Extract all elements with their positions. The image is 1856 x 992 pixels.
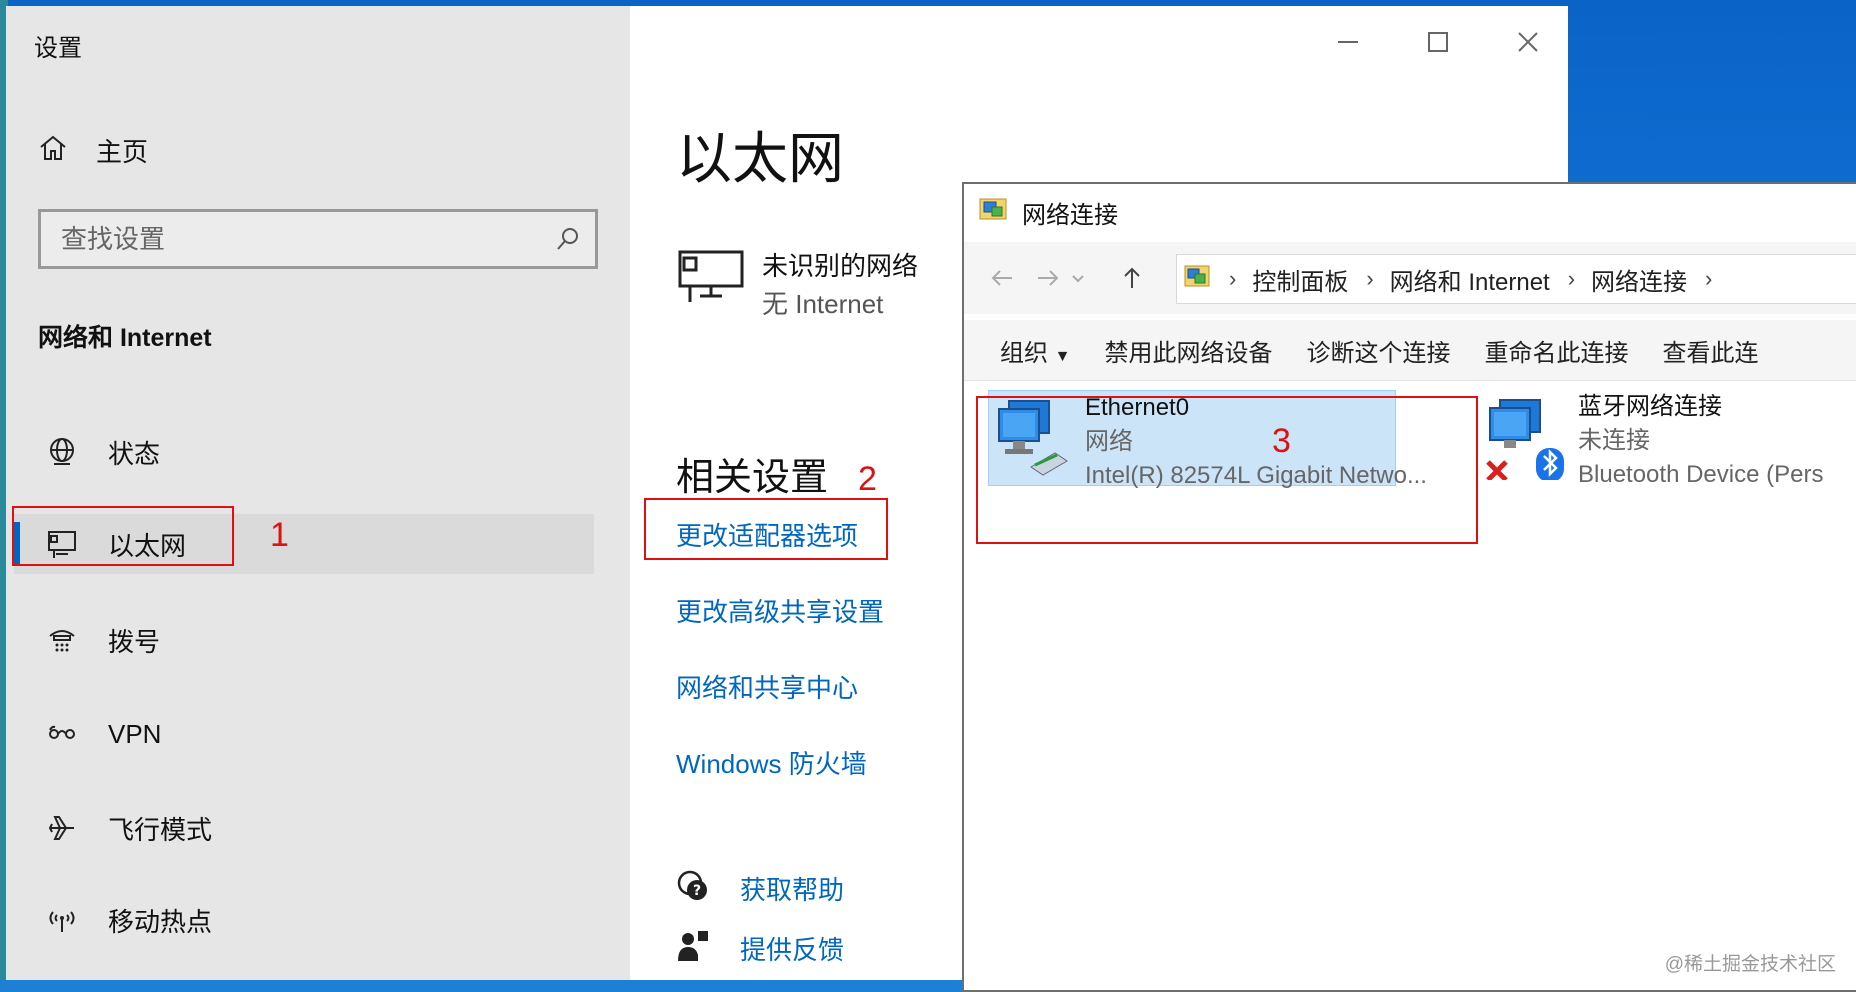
get-help-label: 获取帮助 xyxy=(740,874,845,905)
search-field[interactable] xyxy=(38,209,598,269)
search-icon[interactable] xyxy=(555,226,581,257)
breadcrumb-separator: › xyxy=(1229,266,1237,291)
connection-name: 蓝牙网络连接 xyxy=(1578,393,1722,420)
feedback-link[interactable]: 提供反馈 xyxy=(676,928,844,968)
sidebar-item-label: 飞行模式 xyxy=(108,814,213,845)
sidebar-item-label: 状态 xyxy=(108,438,161,469)
nav-home[interactable]: 主页 xyxy=(38,128,598,172)
arrow-left-icon xyxy=(991,270,1012,286)
network-status: 无 Internet xyxy=(762,289,884,319)
globe-icon xyxy=(42,432,82,472)
sidebar-item-vpn[interactable]: VPN xyxy=(14,704,594,764)
sidebar-item-hotspot[interactable]: 移动热点 xyxy=(14,890,594,950)
rename-button[interactable]: 重命名此连接 xyxy=(1485,333,1629,368)
network-connections-window: 网络连接 › 控制面板 › 网络和 Internet › 网络连接 › 组织 ▼… xyxy=(962,182,1856,992)
sidebar-item-label: 拨号 xyxy=(108,626,161,657)
svg-text:?: ? xyxy=(693,883,701,899)
nw-title: 网络连接 xyxy=(1022,201,1118,229)
close-button[interactable] xyxy=(1498,20,1558,64)
watermark: @稀土掘金技术社区 xyxy=(1664,954,1836,975)
breadcrumb-separator: › xyxy=(1567,266,1576,291)
breadcrumb-separator: › xyxy=(1705,266,1713,291)
network-name: 未识别的网络 xyxy=(762,251,919,281)
section-heading: 网络和 Internet xyxy=(38,324,212,352)
breadcrumb-control-panel[interactable]: 控制面板 xyxy=(1252,262,1348,297)
feedback-icon xyxy=(676,929,710,968)
organize-label: 组织 xyxy=(1000,339,1048,367)
organize-menu[interactable]: 组织 ▼ xyxy=(1000,333,1071,368)
annotation-number-1: 1 xyxy=(270,516,289,554)
annotation-box-3 xyxy=(976,396,1478,544)
dropdown-caret-icon: ▼ xyxy=(1054,347,1071,365)
chevron-down-icon xyxy=(1072,275,1084,283)
view-status-button[interactable]: 查看此连 xyxy=(1663,333,1759,368)
vpn-icon xyxy=(42,714,82,754)
search-input[interactable] xyxy=(41,222,543,256)
address-bar[interactable]: › 控制面板 › 网络和 Internet › 网络连接 › xyxy=(1176,254,1856,304)
diagnose-button[interactable]: 诊断这个连接 xyxy=(1307,333,1451,368)
up-button[interactable] xyxy=(1114,260,1150,296)
feedback-label: 提供反馈 xyxy=(740,934,845,965)
sidebar-item-airplane[interactable]: 飞行模式 xyxy=(14,798,594,858)
maximize-icon xyxy=(1428,32,1448,52)
sidebar-item-label: 移动热点 xyxy=(108,906,213,937)
link-advanced-sharing[interactable]: 更改高级共享设置 xyxy=(676,592,884,629)
connection-device: Bluetooth Device (Pers xyxy=(1578,461,1824,488)
sidebar-item-dialup[interactable]: 拨号 xyxy=(14,610,594,670)
network-monitor-icon xyxy=(676,248,746,309)
settings-sidebar: 设置 主页 网络和 Internet 状态 以太网 xyxy=(6,6,630,980)
airplane-icon xyxy=(42,808,82,848)
get-help-link[interactable]: ? 获取帮助 xyxy=(676,868,844,908)
connection-bluetooth[interactable]: 蓝牙网络连接 未连接 Bluetooth Device (Pers xyxy=(1482,390,1856,488)
network-folder-icon xyxy=(978,195,1008,230)
sidebar-item-status[interactable]: 状态 xyxy=(14,422,594,482)
annotation-box-1 xyxy=(12,506,234,566)
related-settings-heading: 相关设置 xyxy=(676,457,829,499)
window-title: 设置 xyxy=(34,35,82,62)
nw-navbar: › 控制面板 › 网络和 Internet › 网络连接 › xyxy=(964,242,1856,314)
forward-button[interactable] xyxy=(1030,260,1066,296)
link-network-sharing-center[interactable]: 网络和共享中心 xyxy=(676,668,858,705)
control-panel-icon xyxy=(1183,263,1211,296)
bluetooth-adapter-icon xyxy=(1486,396,1566,484)
arrow-right-icon xyxy=(1038,270,1059,286)
connection-text: 蓝牙网络连接 未连接 Bluetooth Device (Pers xyxy=(1578,390,1823,488)
annotation-box-2 xyxy=(644,498,888,560)
annotation-number-2: 2 xyxy=(858,460,877,498)
breadcrumb-separator: › xyxy=(1366,266,1374,291)
nw-titlebar: 网络连接 xyxy=(964,184,1856,240)
annotation-number-3: 3 xyxy=(1272,422,1291,460)
minimize-icon xyxy=(1338,41,1358,43)
connection-type: 未连接 xyxy=(1578,427,1650,454)
page-title: 以太网 xyxy=(676,127,844,190)
breadcrumb-network-internet[interactable]: 网络和 Internet xyxy=(1390,262,1550,297)
maximize-button[interactable] xyxy=(1408,20,1468,64)
sidebar-item-label: VPN xyxy=(108,718,162,749)
command-bar: 组织 ▼ 禁用此网络设备 诊断这个连接 重命名此连接 查看此连 xyxy=(964,320,1856,381)
link-windows-firewall[interactable]: Windows 防火墙 xyxy=(676,744,867,781)
close-icon xyxy=(1518,32,1538,52)
help-chat-icon: ? xyxy=(676,869,710,908)
back-button[interactable] xyxy=(984,260,1020,296)
nav-home-label: 主页 xyxy=(96,136,149,167)
minimize-button[interactable] xyxy=(1318,20,1378,64)
recent-dropdown[interactable] xyxy=(1068,260,1088,296)
disable-device-button[interactable]: 禁用此网络设备 xyxy=(1105,333,1273,368)
breadcrumb-network-connections[interactable]: 网络连接 xyxy=(1591,262,1687,297)
hotspot-icon xyxy=(42,900,82,940)
dialup-icon xyxy=(42,620,82,660)
home-icon xyxy=(38,133,68,168)
arrow-up-icon xyxy=(1124,267,1140,288)
